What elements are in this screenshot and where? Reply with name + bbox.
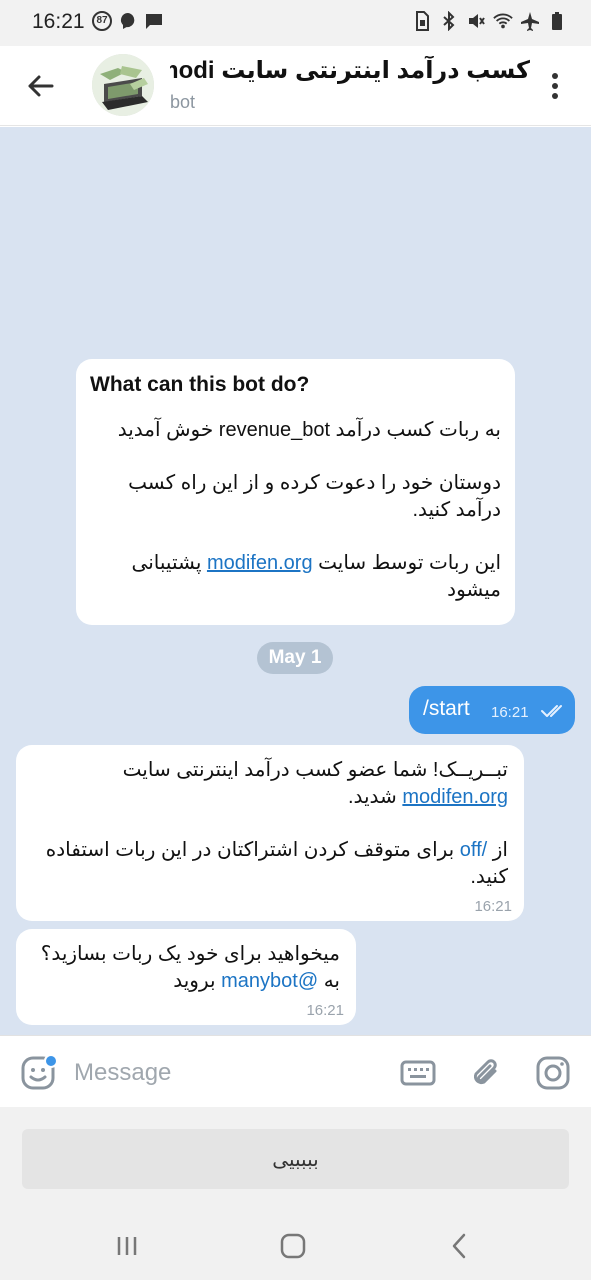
outgoing-message-text: /start bbox=[423, 697, 470, 720]
message-text: تبــریــک! شما عضو کسب درآمد اینترنتی سا… bbox=[122, 759, 508, 781]
back-icon bbox=[452, 1233, 466, 1259]
message-paragraph-2: از /off برای متوقف کردن اشتراکتان در این… bbox=[36, 837, 508, 891]
message-text: به bbox=[318, 970, 340, 992]
notification-dot bbox=[44, 1054, 58, 1068]
read-checks-icon bbox=[541, 705, 562, 717]
bot-description-heading: What can this bot do? bbox=[90, 373, 310, 396]
messenger-icon bbox=[118, 11, 138, 31]
more-vertical-icon bbox=[552, 73, 558, 99]
notification-count-icon: 87 bbox=[92, 11, 112, 31]
attach-button[interactable] bbox=[467, 1054, 505, 1092]
incoming-message[interactable]: میخواهید برای خود یک ربات بسازید؟ به @ma… bbox=[16, 929, 356, 1025]
bluetooth-icon bbox=[439, 11, 459, 31]
arrow-left-icon bbox=[28, 75, 54, 97]
outgoing-message-time: 16:21 bbox=[491, 704, 529, 721]
chat-area[interactable]: What can this bot do? به ربات کسب درآمد … bbox=[0, 127, 591, 1035]
message-line-2: به @manybot بروید bbox=[30, 968, 340, 995]
attach-icon bbox=[473, 1059, 497, 1085]
sim-icon bbox=[412, 11, 432, 31]
date-divider: May 1 bbox=[257, 642, 333, 674]
message-text: شدید. bbox=[347, 786, 403, 808]
home-button[interactable] bbox=[277, 1230, 309, 1262]
chat-header: کسب درآمد اینترنتی سایت modi... bot bbox=[0, 46, 591, 126]
manybot-mention-link[interactable]: @manybot bbox=[221, 970, 318, 992]
welcome-text: به ربات کسب درآمد revenue_bot خوش آمدید bbox=[90, 417, 501, 444]
status-left-icons: 87 bbox=[92, 11, 164, 31]
bot-name-text: revenue_bot bbox=[218, 419, 330, 441]
keyboard-icon bbox=[400, 1060, 436, 1086]
mute-icon bbox=[466, 11, 486, 31]
outgoing-message[interactable]: /start 16:21 bbox=[409, 686, 575, 734]
keyboard-button[interactable] bbox=[399, 1054, 437, 1092]
message-line-1: میخواهید برای خود یک ربات بسازید؟ bbox=[40, 943, 340, 965]
message-text: از bbox=[487, 839, 508, 861]
system-nav-bar bbox=[0, 1210, 591, 1280]
airplane-icon bbox=[520, 11, 540, 31]
chat-icon bbox=[144, 11, 164, 31]
recents-icon bbox=[117, 1237, 137, 1255]
off-command-link[interactable]: /off bbox=[460, 839, 487, 861]
bot-description-card: What can this bot do? به ربات کسب درآمد … bbox=[76, 359, 515, 625]
message-text: بروید bbox=[173, 970, 222, 992]
recents-button[interactable] bbox=[111, 1230, 143, 1262]
message-time: 16:21 bbox=[474, 898, 512, 915]
keyboard-reply-button[interactable]: ببببیی bbox=[22, 1129, 569, 1189]
home-icon bbox=[280, 1233, 306, 1259]
modifen-link[interactable]: modifen.org bbox=[207, 552, 313, 574]
camera-button[interactable] bbox=[534, 1054, 572, 1092]
camera-icon bbox=[536, 1056, 570, 1090]
welcome-text-pre: به ربات کسب درآمد bbox=[330, 419, 501, 441]
welcome-text-post: خوش آمدید bbox=[117, 419, 219, 441]
money-laptop-image bbox=[92, 54, 154, 116]
status-bar: 16:21 87 bbox=[0, 0, 591, 46]
chat-subtitle: bot bbox=[170, 92, 196, 112]
incoming-message[interactable]: تبــریــک! شما عضو کسب درآمد اینترنتی سا… bbox=[16, 745, 524, 921]
menu-button[interactable] bbox=[537, 68, 573, 104]
support-text: این ربات توسط سایت modifen.org پشتیبانی … bbox=[90, 550, 501, 604]
nav-back-button[interactable] bbox=[443, 1230, 475, 1262]
bot-keyboard: ببببیی bbox=[0, 1107, 591, 1210]
wifi-icon bbox=[493, 11, 513, 31]
status-right-icons bbox=[412, 11, 567, 31]
support-text-pre: این ربات توسط سایت bbox=[312, 552, 501, 574]
message-input-bar bbox=[0, 1035, 591, 1107]
modifen-link[interactable]: modifen.org bbox=[402, 786, 508, 808]
battery-icon bbox=[547, 11, 567, 31]
avatar[interactable] bbox=[92, 54, 154, 116]
chat-title[interactable]: کسب درآمد اینترنتی سایت modi... bbox=[170, 56, 530, 85]
message-time: 16:21 bbox=[306, 1002, 344, 1019]
message-paragraph-1: تبــریــک! شما عضو کسب درآمد اینترنتی سا… bbox=[36, 757, 508, 811]
message-text: برای متوقف کردن اشتراکتان در این ربات اس… bbox=[45, 839, 508, 888]
back-button[interactable] bbox=[22, 68, 58, 104]
invite-text: دوستان خود را دعوت کرده و از این راه کسب… bbox=[128, 472, 501, 521]
status-time: 16:21 bbox=[32, 10, 85, 33]
message-input[interactable] bbox=[74, 1056, 374, 1090]
